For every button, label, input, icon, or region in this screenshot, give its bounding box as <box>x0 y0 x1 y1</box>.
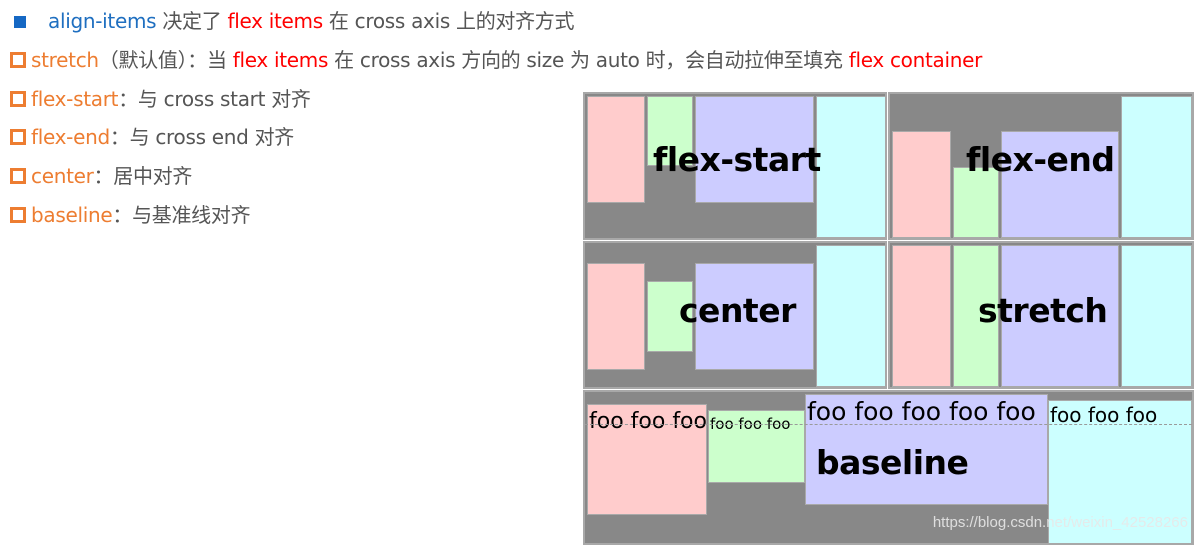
flex-item-4 <box>1121 245 1192 387</box>
flex-item-1: foo foo foo <box>587 404 707 515</box>
square-outline-bullet-icon <box>10 129 26 145</box>
item-stretch: stretch（默认值）：当 flex items 在 cross axis 方… <box>10 47 982 73</box>
panel-label: center <box>679 291 796 330</box>
panel-flex-end: flex-end <box>888 92 1194 240</box>
panel-center: center <box>583 241 887 389</box>
item-center: center：居中对齐 <box>10 163 192 189</box>
panel-label: flex-start <box>653 140 821 179</box>
flex-item-4 <box>816 96 885 238</box>
baseline-guide <box>585 424 1192 425</box>
flex-item-2: foo foo foo <box>708 410 805 483</box>
foo-text: foo foo foo <box>589 409 707 434</box>
flex-item-4 <box>1121 96 1192 238</box>
flex-item-1 <box>892 245 951 387</box>
flex-item-3: foo foo foo foo foo baseline <box>805 394 1048 505</box>
panel-stretch: stretch <box>888 241 1194 389</box>
item-desc: （默认值）：当 <box>98 48 233 72</box>
watermark: https://blog.csdn.net/weixin_42528266 <box>932 514 1188 531</box>
square-outline-bullet-icon <box>10 207 26 223</box>
flex-item-4 <box>816 245 885 387</box>
item-term: flex-end <box>31 125 110 149</box>
flex-item-1 <box>587 96 645 203</box>
item-term: center <box>31 164 94 188</box>
item-desc: 在 cross axis 方向的 size 为 auto 时，会自动拉伸至填充 <box>328 48 849 72</box>
item-desc-highlight: flex container <box>848 48 983 72</box>
item-desc: ：居中对齐 <box>93 164 193 188</box>
panel-label: baseline <box>816 443 969 482</box>
flex-item-1 <box>892 131 951 238</box>
panel-label: flex-end <box>966 140 1115 179</box>
item-term: flex-start <box>31 87 119 111</box>
square-bullet-icon <box>14 15 26 28</box>
item-term: stretch <box>31 48 99 72</box>
foo-text: foo foo foo foo foo <box>807 397 1036 426</box>
item-desc: ：与 cross start 对齐 <box>118 87 311 111</box>
heading-term2: flex items <box>227 9 323 33</box>
item-desc: ：与 cross end 对齐 <box>109 125 294 149</box>
panel-baseline: foo foo foo foo foo foo foo foo foo foo … <box>583 390 1194 545</box>
item-desc-highlight: flex items <box>232 48 329 72</box>
item-flex-end: flex-end：与 cross end 对齐 <box>10 124 294 150</box>
item-desc: ：与基准线对齐 <box>112 203 251 227</box>
heading-text: 决定了 <box>156 9 228 33</box>
heading-text2: 在 cross axis 上的对齐方式 <box>322 9 575 33</box>
panel-label: stretch <box>978 291 1108 330</box>
heading-term: align-items <box>48 9 157 33</box>
flex-item-1 <box>587 263 645 370</box>
square-outline-bullet-icon <box>10 52 26 68</box>
heading-line: align-items 决定了 flex items 在 cross axis … <box>10 8 575 34</box>
item-baseline: baseline：与基准线对齐 <box>10 202 251 228</box>
square-outline-bullet-icon <box>10 91 26 107</box>
item-term: baseline <box>31 203 113 227</box>
square-outline-bullet-icon <box>10 168 26 184</box>
item-flex-start: flex-start：与 cross start 对齐 <box>10 86 311 112</box>
panel-flex-start: flex-start <box>583 92 887 240</box>
